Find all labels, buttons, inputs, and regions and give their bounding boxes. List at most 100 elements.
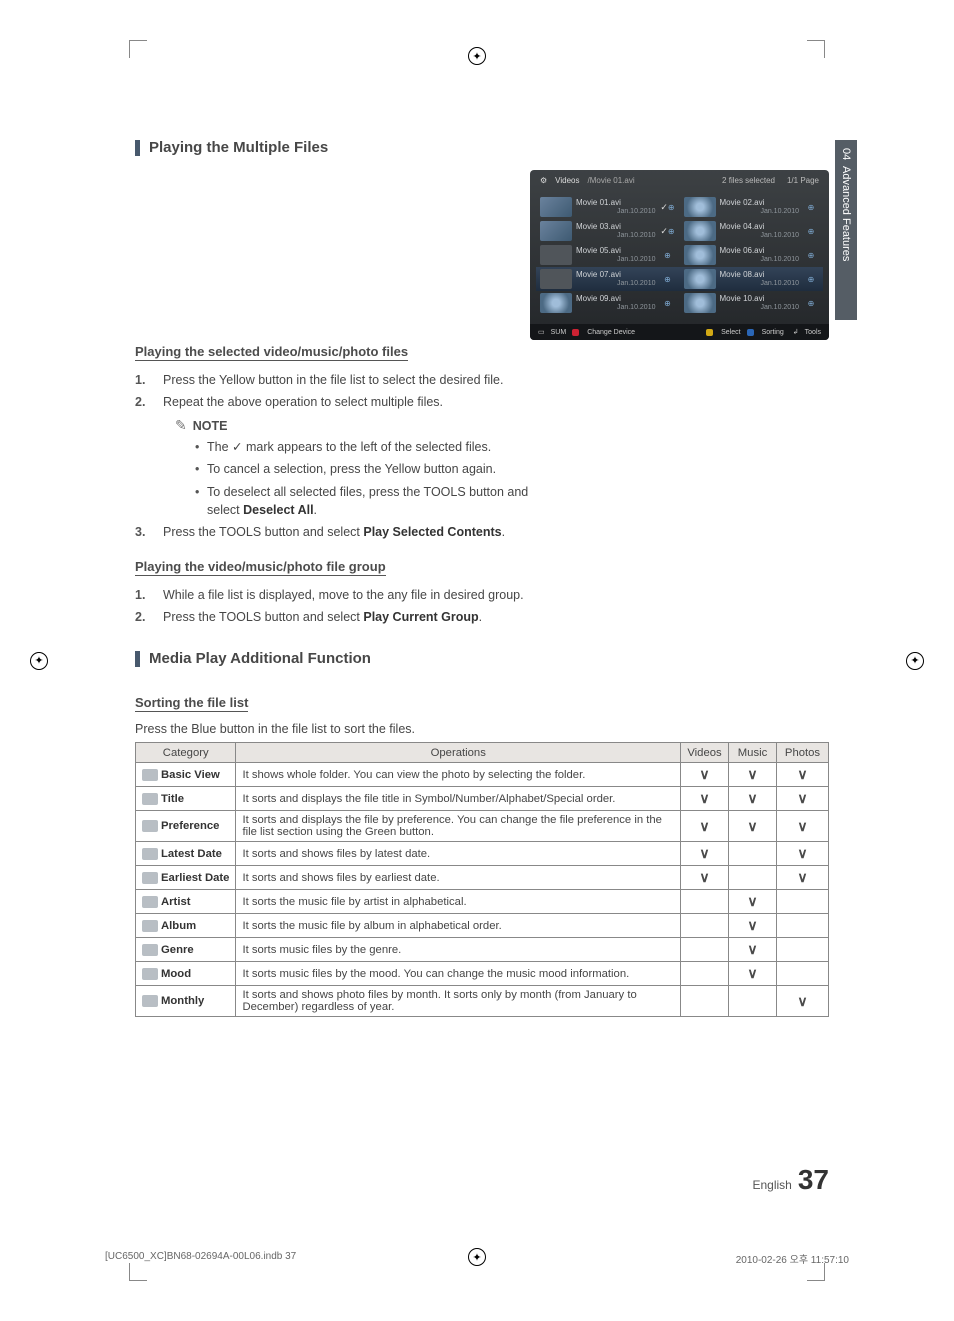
- table-row: TitleIt sorts and displays the file titl…: [136, 787, 829, 811]
- th-music: Music: [729, 743, 777, 763]
- play-group-bold: Play Current Group: [363, 610, 478, 624]
- category-icon: [142, 920, 158, 932]
- step-text: While a file list is displayed, move to …: [163, 586, 524, 604]
- table-row: ArtistIt sorts the music file by artist …: [136, 890, 829, 914]
- cell-music: ∨: [729, 787, 777, 811]
- selection-mark: ⊕: [660, 298, 676, 308]
- subheading-sorting: Sorting the file list: [135, 695, 248, 712]
- cell-videos: ∨: [681, 842, 729, 866]
- tv-sorting: Sorting: [762, 329, 784, 336]
- file-title: Movie 05.avi: [576, 247, 656, 256]
- cell-videos: [681, 938, 729, 962]
- tv-file-row: Movie 07.aviJan.10.2010 ⊕: [536, 267, 680, 291]
- tv-crumb2: /Movie 01.avi: [588, 176, 635, 185]
- file-title: Movie 07.avi: [576, 271, 656, 280]
- usb-icon: ▭: [538, 328, 545, 336]
- cell-category: Mood: [136, 962, 236, 986]
- tv-file-row: Movie 03.aviJan.10.2010✓⊕: [536, 219, 680, 243]
- th-operations: Operations: [236, 743, 681, 763]
- footer-language: English: [752, 1178, 791, 1192]
- cell-music: [729, 986, 777, 1017]
- tv-file-row: Movie 06.aviJan.10.2010⊕: [680, 243, 824, 267]
- file-name-block: Movie 09.aviJan.10.2010: [576, 295, 656, 311]
- file-title: Movie 02.avi: [720, 199, 800, 208]
- tv-sum: SUM: [551, 329, 567, 336]
- th-videos: Videos: [681, 743, 729, 763]
- tv-file-row: Movie 08.aviJan.10.2010⊕: [680, 267, 824, 291]
- table-row: Latest DateIt sorts and shows files by l…: [136, 842, 829, 866]
- cell-operation: It sorts the music file by album in alph…: [236, 914, 681, 938]
- subheading-group: Playing the video/music/photo file group: [135, 559, 386, 576]
- steps-selected: 1. Press the Yellow button in the file li…: [135, 371, 540, 411]
- file-name-block: Movie 03.aviJan.10.2010: [576, 223, 656, 239]
- cell-photos: ∨: [777, 811, 829, 842]
- file-date: Jan.10.2010: [576, 280, 656, 288]
- cell-videos: [681, 914, 729, 938]
- subheading-selected: Playing the selected video/music/photo f…: [135, 344, 408, 361]
- thumbnail-icon: [540, 245, 572, 265]
- tv-tools: Tools: [805, 329, 821, 336]
- file-date: Jan.10.2010: [720, 280, 800, 288]
- category-icon: [142, 896, 158, 908]
- cell-videos: [681, 986, 729, 1017]
- sort-table: Category Operations Videos Music Photos …: [135, 742, 829, 1017]
- cell-music: ∨: [729, 962, 777, 986]
- tv-videos-icon: ⚙: [540, 176, 547, 185]
- cell-music: ∨: [729, 938, 777, 962]
- heading-playing-multiple: Playing the Multiple Files: [135, 139, 829, 156]
- cell-operation: It sorts music files by the mood. You ca…: [236, 962, 681, 986]
- file-date: Jan.10.2010: [720, 208, 800, 216]
- note-row: ✎ NOTE: [175, 417, 540, 434]
- thumbnail-icon: [684, 221, 716, 241]
- step-number: 2.: [135, 393, 149, 411]
- side-tab-number: 04: [840, 148, 852, 160]
- deselect-bold: Deselect All: [243, 503, 313, 517]
- cell-photos: ∨: [777, 986, 829, 1017]
- red-dot-icon: [572, 329, 579, 336]
- tv-box: ⚙ Videos /Movie 01.avi 2 files selected …: [530, 170, 829, 340]
- note-bullet: To cancel a selection, press the Yellow …: [195, 460, 540, 478]
- cell-music: ∨: [729, 914, 777, 938]
- tv-file-row: Movie 01.aviJan.10.2010✓⊕: [536, 195, 680, 219]
- play-selected-bold: Play Selected Contents: [363, 525, 501, 539]
- step-number: 1.: [135, 371, 149, 389]
- table-row: AlbumIt sorts the music file by album in…: [136, 914, 829, 938]
- thumbnail-icon: [540, 221, 572, 241]
- tv-select: Select: [721, 329, 740, 336]
- file-title: Movie 09.avi: [576, 295, 656, 304]
- thumbnail-icon: [540, 269, 572, 289]
- category-icon: [142, 872, 158, 884]
- file-title: Movie 03.avi: [576, 223, 656, 232]
- cell-category: Earliest Date: [136, 866, 236, 890]
- cell-category: Genre: [136, 938, 236, 962]
- file-date: Jan.10.2010: [576, 208, 656, 216]
- step-text: Press the Yellow button in the file list…: [163, 371, 503, 389]
- file-title: Movie 01.avi: [576, 199, 656, 208]
- selection-mark: ⊕: [803, 202, 819, 212]
- cell-operation: It sorts and shows photo files by month.…: [236, 986, 681, 1017]
- note-bullet: The ✓ mark appears to the left of the se…: [195, 438, 540, 456]
- blue-dot-icon: [747, 329, 754, 336]
- step-number: 2.: [135, 608, 149, 626]
- tv-breadcrumb-bar: ⚙ Videos /Movie 01.avi 2 files selected …: [530, 170, 829, 191]
- th-category: Category: [136, 743, 236, 763]
- tv-bottom-bar: ▭ SUM Change Device Select Sorting ↲ Too…: [530, 324, 829, 340]
- thumbnail-icon: [540, 293, 572, 313]
- cell-photos: ∨: [777, 787, 829, 811]
- cell-category: Album: [136, 914, 236, 938]
- selection-mark: ⊕: [660, 274, 676, 284]
- note-label: NOTE: [193, 419, 228, 433]
- category-icon: [142, 944, 158, 956]
- tv-file-row: Movie 04.aviJan.10.2010⊕: [680, 219, 824, 243]
- content-area: Playing the Multiple Files ⚙ Videos /Mov…: [45, 35, 909, 1286]
- thumbnail-icon: [684, 269, 716, 289]
- thumbnail-icon: [540, 197, 572, 217]
- cell-music: ∨: [729, 890, 777, 914]
- category-icon: [142, 848, 158, 860]
- thumbnail-icon: [684, 245, 716, 265]
- file-name-block: Movie 01.aviJan.10.2010: [576, 199, 656, 215]
- cell-category: Basic View: [136, 763, 236, 787]
- file-title: Movie 10.avi: [720, 295, 800, 304]
- thumbnail-icon: [684, 293, 716, 313]
- side-tab: 04 Advanced Features: [835, 140, 857, 320]
